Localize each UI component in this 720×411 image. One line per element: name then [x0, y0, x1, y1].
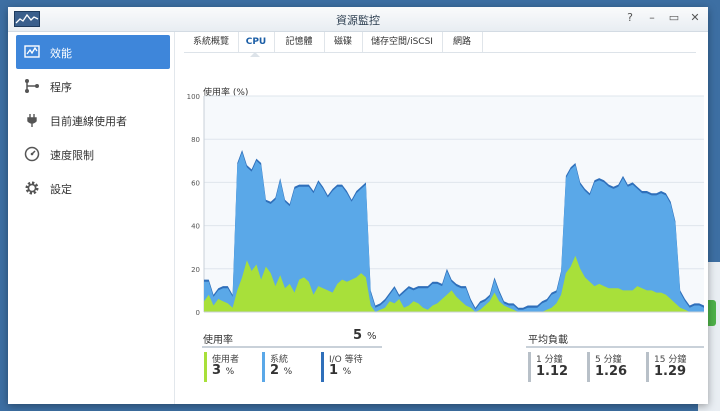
tab-network[interactable]: 網路 — [442, 32, 483, 52]
resource-monitor-window: 資源監控 ? – ▭ ✕ 效能 程序 目前連線使用者 速度限制 設定 系統概覽 … — [8, 7, 708, 404]
sidebar-item-label: 程序 — [50, 81, 72, 94]
usage-title: 使用率 — [203, 335, 233, 346]
load-1min-bar — [528, 352, 531, 382]
user-color-bar — [204, 352, 207, 382]
iowait-value-unit: % — [342, 367, 352, 377]
usage-total-unit: % — [367, 331, 377, 342]
load-divider — [526, 346, 704, 348]
usage-divider — [202, 346, 382, 348]
sidebar-item-label: 效能 — [50, 47, 72, 60]
load-average-title: 平均負載 — [528, 335, 568, 346]
maximize-button[interactable]: ▭ — [667, 11, 681, 25]
y-tick-label: 100 — [187, 93, 200, 101]
help-button[interactable]: ? — [623, 11, 637, 25]
plug-icon — [27, 114, 37, 127]
tab-underline — [184, 52, 696, 53]
tab-disk[interactable]: 磁碟 — [324, 32, 363, 52]
system-value-number: 2 — [270, 363, 280, 378]
iowait-value-number: 1 — [329, 363, 339, 378]
tab-overview[interactable]: 系統概覽 — [184, 32, 239, 52]
minimize-button[interactable]: – — [645, 11, 659, 25]
sidebar-item-label: 速度限制 — [50, 149, 94, 162]
load-1min-value: 1.12 — [536, 364, 569, 379]
cpu-usage-chart: 0 20 40 60 80 100 — [187, 93, 704, 317]
load-15min-value: 1.29 — [654, 364, 687, 379]
gear-icon — [25, 181, 39, 195]
sidebar-item-process[interactable]: 程序 — [16, 69, 170, 103]
sidebar-item-label: 設定 — [50, 183, 72, 196]
user-value: 3 % — [212, 363, 234, 378]
title-bar[interactable]: 資源監控 ? – ▭ ✕ — [8, 7, 708, 32]
y-tick-label: 60 — [191, 179, 200, 187]
load-5min-bar — [587, 352, 590, 382]
sidebar-item-connected-users[interactable]: 目前連線使用者 — [16, 103, 170, 137]
tab-memory[interactable]: 記憶體 — [274, 32, 325, 52]
y-tick-label: 80 — [191, 136, 200, 144]
speed-limit-icon — [24, 146, 40, 162]
y-tick-label: 40 — [191, 223, 200, 231]
user-value-number: 3 — [212, 363, 222, 378]
load-15min-bar — [646, 352, 649, 382]
usage-total: 5 — [353, 328, 363, 343]
sidebar-item-settings[interactable]: 設定 — [16, 171, 170, 205]
sidebar-item-performance[interactable]: 效能 — [16, 35, 170, 69]
process-icon — [25, 79, 39, 93]
y-tick-label: 20 — [191, 266, 200, 274]
sidebar: 效能 程序 目前連線使用者 速度限制 設定 — [8, 32, 175, 404]
system-color-bar — [262, 352, 265, 382]
performance-icon — [24, 45, 40, 58]
load-5min-value: 1.26 — [595, 364, 628, 379]
sidebar-item-label: 目前連線使用者 — [50, 115, 127, 128]
close-button[interactable]: ✕ — [688, 11, 702, 25]
window-title: 資源監控 — [336, 14, 380, 27]
sidebar-item-speed-limit[interactable]: 速度限制 — [16, 137, 170, 171]
user-value-unit: % — [225, 367, 235, 377]
system-value: 2 % — [270, 363, 292, 378]
y-tick-label: 0 — [196, 309, 200, 317]
tab-cpu[interactable]: CPU — [238, 32, 275, 52]
iowait-value: 1 % — [329, 363, 351, 378]
system-value-unit: % — [283, 367, 293, 377]
tab-storage-iscsi[interactable]: 儲存空間/iSCSI — [362, 32, 443, 52]
iowait-color-bar — [321, 352, 324, 382]
active-tab-caret — [250, 52, 260, 57]
